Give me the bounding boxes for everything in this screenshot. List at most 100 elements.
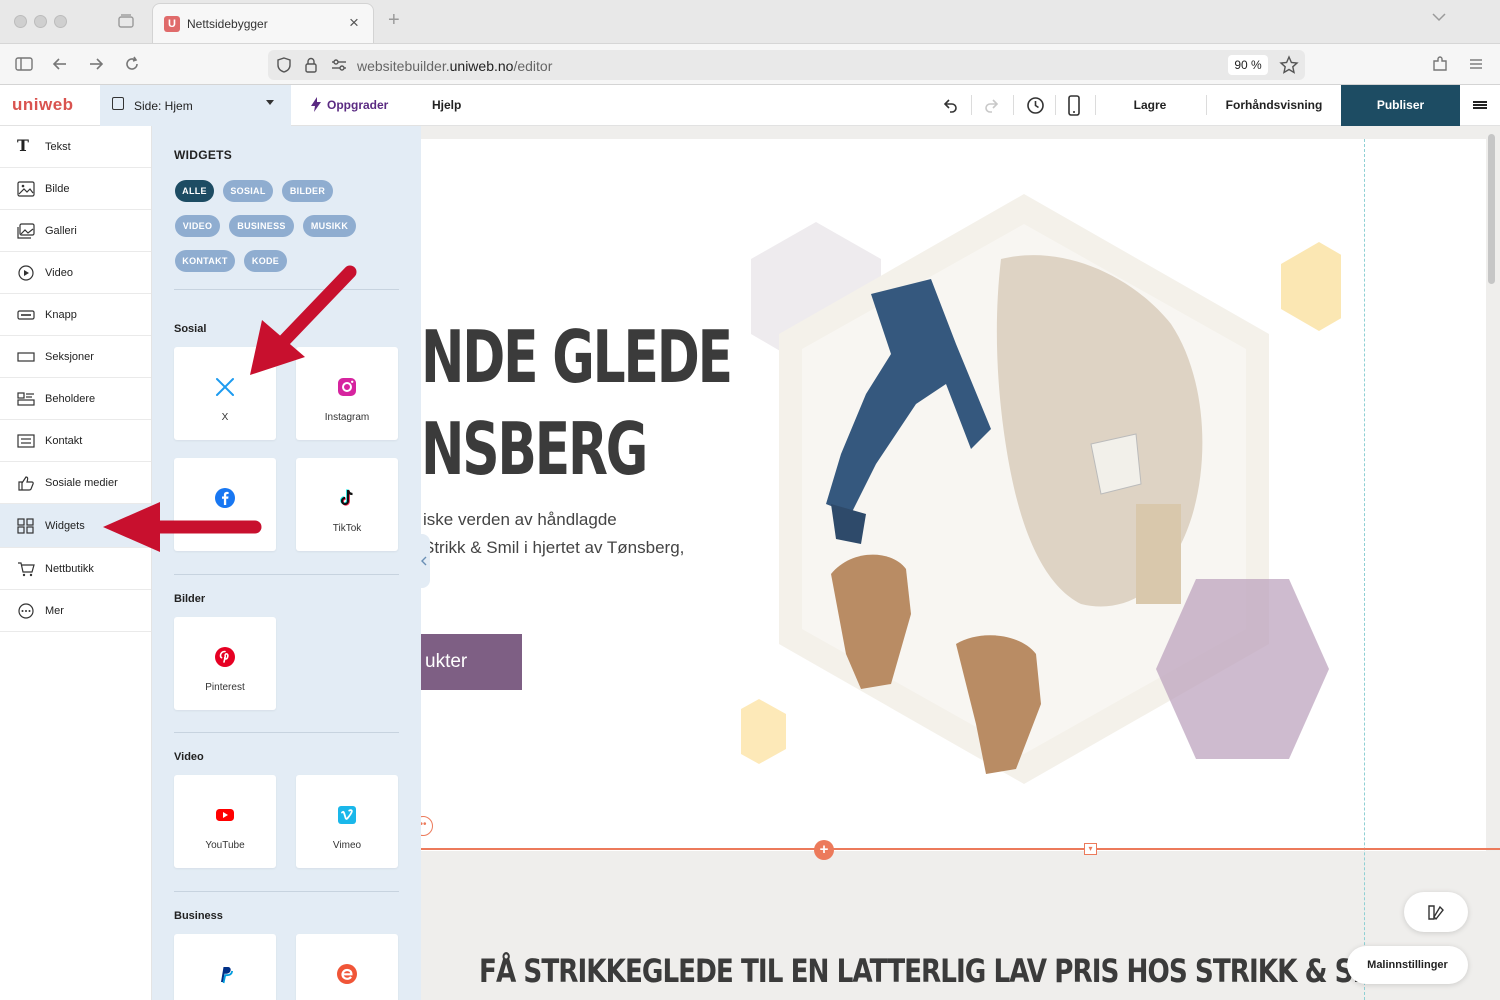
extensions-icon[interactable] — [1430, 54, 1450, 74]
widget-label: Vimeo — [332, 840, 362, 851]
sidebar-item-sections[interactable]: Seksjoner — [0, 336, 151, 378]
browser-navbar: websitebuilder.uniweb.no/editor 90 % — [0, 44, 1500, 85]
window-zoom-button[interactable] — [54, 15, 67, 28]
help-button[interactable]: Hjelp — [432, 98, 461, 112]
toolbar-divider — [971, 95, 972, 115]
panel-divider — [174, 289, 399, 290]
shield-icon[interactable] — [275, 56, 293, 74]
vimeo-icon — [338, 806, 356, 824]
add-section-button[interactable]: + — [814, 840, 834, 860]
filter-chip-images[interactable]: BILDER — [282, 180, 333, 202]
tab-title: Nettsidebygger — [187, 17, 268, 31]
hero-body-line-1[interactable]: iske verden av håndlagde — [423, 510, 617, 530]
widget-card-vimeo[interactable]: Vimeo — [296, 775, 398, 868]
editor-canvas[interactable]: NDE GLEDE NSBERG iske verden av håndlagd… — [421, 126, 1500, 1000]
layout-guide-line — [1364, 139, 1365, 1000]
section-title-social: Sosial — [174, 323, 207, 335]
hero-body-line-2[interactable]: Strikk & Smil i hjertet av Tønsberg, — [423, 538, 684, 558]
panel-divider — [174, 574, 399, 575]
filter-chip-all[interactable]: ALLE — [175, 180, 214, 202]
sidebar-item-image[interactable]: Bilde — [0, 168, 151, 210]
sidebar-item-social-media[interactable]: Sosiale medier — [0, 462, 151, 504]
sidebar-item-text[interactable]: T Tekst — [0, 126, 151, 168]
new-tab-icon[interactable]: + — [388, 9, 400, 32]
window-minimize-button[interactable] — [34, 15, 47, 28]
widget-card-x[interactable]: X — [174, 347, 276, 440]
filter-chip-code[interactable]: KODE — [244, 250, 287, 272]
editor-toolbar: uniweb Side: Hjem Oppgrader Hjelp Lagre … — [0, 85, 1500, 126]
sidebar-item-button[interactable]: Knapp — [0, 294, 151, 336]
widget-card-facebook[interactable] — [174, 458, 276, 551]
sidebar-item-widgets[interactable]: Widgets — [0, 504, 151, 548]
zoom-level-badge[interactable]: 90 % — [1228, 55, 1268, 75]
hero-section[interactable]: NDE GLEDE NSBERG iske verden av håndlagd… — [421, 139, 1486, 851]
sidebar-item-label: Kontakt — [45, 435, 83, 447]
sidebar-item-contact[interactable]: Kontakt — [0, 420, 151, 462]
sidebar-item-label: Tekst — [45, 141, 71, 153]
hero-headline-line-2[interactable]: NSBERG — [421, 407, 648, 491]
address-bar[interactable]: websitebuilder.uniweb.no/editor 90 % — [268, 50, 1305, 80]
tab-close-icon[interactable]: × — [349, 13, 359, 33]
publish-button[interactable]: Publiser — [1341, 85, 1460, 126]
widget-card-tiktok[interactable]: TikTok — [296, 458, 398, 551]
forward-arrow-icon[interactable] — [86, 54, 106, 74]
hero-image-collage[interactable] — [741, 184, 1341, 804]
widget-card-instagram[interactable]: Instagram — [296, 347, 398, 440]
widget-card-paypal[interactable] — [174, 934, 276, 1000]
video-icon — [18, 265, 34, 281]
menu-icon[interactable] — [1466, 54, 1486, 74]
filter-chip-video[interactable]: VIDEO — [175, 215, 220, 237]
window-close-button[interactable] — [14, 15, 27, 28]
hero-headline-line-1[interactable]: NDE GLEDE — [421, 315, 733, 399]
tab-list-chevron-icon[interactable] — [1432, 12, 1446, 22]
widget-card-pinterest[interactable]: Pinterest — [174, 617, 276, 710]
panel-collapse-handle[interactable] — [421, 534, 430, 588]
browser-tab[interactable]: U Nettsidebygger × — [152, 3, 374, 43]
tab-overview-icon[interactable] — [118, 14, 134, 28]
history-clock-icon[interactable] — [1025, 95, 1046, 116]
redo-icon[interactable] — [982, 96, 1002, 116]
sidebar-item-more[interactable]: Mer — [0, 590, 151, 632]
pinterest-icon — [215, 647, 235, 667]
site-settings-icon[interactable] — [330, 57, 348, 73]
toolbar-divider — [1206, 95, 1207, 115]
mobile-view-icon[interactable] — [1067, 95, 1081, 116]
panel-title: WIDGETS — [174, 148, 233, 162]
upgrade-button[interactable]: Oppgrader — [327, 98, 388, 112]
reload-icon[interactable] — [122, 54, 142, 74]
canvas-scrollbar[interactable] — [1488, 134, 1495, 284]
text-icon: T — [17, 136, 29, 155]
button-icon — [17, 310, 35, 320]
image-icon — [17, 181, 35, 197]
widget-card-eventbrite[interactable] — [296, 934, 398, 1000]
back-arrow-icon[interactable] — [50, 54, 70, 74]
section-heading[interactable]: FÅ STRIKKEGLEDE TIL EN LATTERLIG LAV PRI… — [479, 952, 1414, 990]
bookmark-star-icon[interactable] — [1279, 55, 1299, 75]
sidebar-toggle-icon[interactable] — [14, 54, 34, 74]
sidebar-item-gallery[interactable]: Galleri — [0, 210, 151, 252]
section-resize-icon[interactable]: ▾ — [1084, 843, 1097, 855]
widget-label: YouTube — [205, 840, 245, 851]
hamburger-menu-icon[interactable] — [1473, 101, 1487, 109]
sidebar-item-label: Nettbutikk — [45, 563, 94, 575]
undo-icon[interactable] — [940, 96, 960, 116]
page-selector[interactable]: Side: Hjem — [100, 85, 291, 126]
filter-chip-social[interactable]: SOSIAL — [223, 180, 273, 202]
filter-chip-business[interactable]: BUSINESS — [229, 215, 294, 237]
url-text[interactable]: websitebuilder.uniweb.no/editor — [357, 58, 552, 74]
sidebar-item-video[interactable]: Video — [0, 252, 151, 294]
hero-cta-button[interactable]: ukter — [421, 634, 522, 690]
template-settings-button[interactable]: Malinnstillinger — [1347, 946, 1468, 984]
filter-chip-music[interactable]: MUSIKK — [303, 215, 356, 237]
widget-card-youtube[interactable]: YouTube — [174, 775, 276, 868]
filter-chip-contact[interactable]: KONTAKT — [175, 250, 235, 272]
save-button[interactable]: Lagre — [1105, 85, 1195, 126]
sidebar-item-webshop[interactable]: Nettbutikk — [0, 548, 151, 590]
sidebar-item-containers[interactable]: Beholdere — [0, 378, 151, 420]
lock-icon[interactable] — [303, 56, 319, 74]
panel-divider — [174, 732, 399, 733]
preview-button[interactable]: Forhåndsvisning — [1214, 85, 1334, 126]
section-title-business: Business — [174, 910, 223, 922]
design-tool-button[interactable] — [1404, 892, 1468, 932]
paint-palette-icon — [1428, 905, 1444, 921]
